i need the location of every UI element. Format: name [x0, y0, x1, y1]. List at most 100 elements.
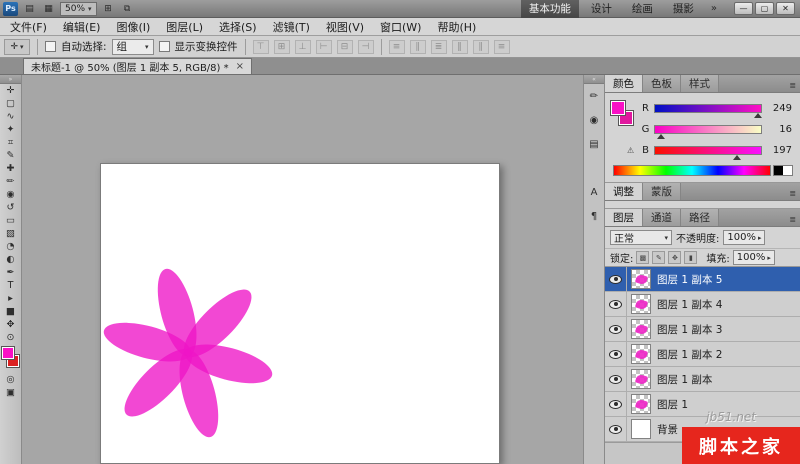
red-channel-slider[interactable] — [654, 104, 762, 113]
layer-name[interactable]: 图层 1 副本 5 — [657, 272, 722, 287]
lock-pixels-icon[interactable]: ✎ — [652, 251, 665, 264]
view-extras-icon[interactable]: ▦ — [41, 2, 56, 16]
align-top-icon[interactable]: ⊤ — [253, 40, 269, 54]
distribute-bottom-icon[interactable]: ≣ — [431, 40, 447, 54]
blue-channel-value[interactable]: 197 — [766, 145, 792, 156]
blue-channel-slider[interactable] — [654, 146, 762, 155]
screen-mode-icon[interactable]: ⧉ — [120, 2, 135, 16]
adjustment-presets-panel-icon[interactable]: ▤ — [584, 132, 604, 156]
shape-tool[interactable]: ■ — [0, 305, 21, 318]
document-tab[interactable]: 未标题-1 @ 50% (图层 1 副本 5, RGB/8) * × — [23, 58, 252, 74]
menu-file[interactable]: 文件(F) — [2, 19, 55, 35]
auto-select-target-select[interactable]: 组 ▾ — [112, 39, 154, 55]
menu-layer[interactable]: 图层(L) — [158, 19, 211, 35]
align-bottom-icon[interactable]: ⊥ — [295, 40, 311, 54]
blend-mode-select[interactable]: 正常 ▾ — [610, 230, 672, 245]
dodge-tool[interactable]: ◐ — [0, 253, 21, 266]
pen-tool[interactable]: ✒ — [0, 266, 21, 279]
layer-row[interactable]: 图层 1 副本 3 — [605, 317, 800, 342]
eye-icon[interactable] — [609, 300, 622, 309]
eraser-tool[interactable]: ▭ — [0, 214, 21, 227]
eye-icon[interactable] — [609, 375, 622, 384]
white-swatch[interactable] — [783, 166, 792, 175]
eyedropper-tool[interactable]: ✎ — [0, 149, 21, 162]
workspace-tab-painting[interactable]: 绘画 — [624, 0, 661, 18]
panel-menu-icon[interactable]: ≣ — [789, 215, 800, 226]
layer-thumbnail[interactable] — [631, 419, 651, 439]
strip-collapse-grip[interactable]: « — [584, 75, 604, 84]
menu-edit[interactable]: 编辑(E) — [55, 19, 109, 35]
visibility-cell[interactable] — [605, 367, 627, 392]
workspace-more-chevrons[interactable]: » — [706, 3, 722, 14]
layer-thumbnail[interactable] — [631, 344, 651, 364]
blur-tool[interactable]: ◔ — [0, 240, 21, 253]
layer-row[interactable]: 图层 1 — [605, 392, 800, 417]
layer-thumbnail[interactable] — [631, 369, 651, 389]
eye-icon[interactable] — [609, 350, 622, 359]
close-icon[interactable]: × — [236, 61, 244, 72]
tab-layers[interactable]: 图层 — [605, 209, 643, 226]
green-channel-slider[interactable] — [654, 125, 762, 134]
gamut-warning-icon[interactable]: ⚠ — [627, 146, 634, 155]
tab-paths[interactable]: 路径 — [681, 209, 719, 226]
color-spectrum-ramp[interactable] — [613, 165, 771, 176]
rectangular-marquee-tool[interactable]: ▢ — [0, 97, 21, 110]
panel-menu-icon[interactable]: ≣ — [789, 189, 800, 200]
gradient-tool[interactable]: ▧ — [0, 227, 21, 240]
menu-view[interactable]: 视图(V) — [318, 19, 372, 35]
opacity-input[interactable]: 100% ▸ — [723, 230, 765, 245]
layer-row[interactable]: 图层 1 副本 4 — [605, 292, 800, 317]
eye-icon[interactable] — [609, 325, 622, 334]
brush-tool[interactable]: ✏ — [0, 175, 21, 188]
layer-thumbnail[interactable] — [631, 394, 651, 414]
visibility-cell[interactable] — [605, 342, 627, 367]
tab-color[interactable]: 颜色 — [605, 75, 643, 92]
layer-name[interactable]: 图层 1 副本 — [657, 372, 712, 387]
restore-button[interactable]: ▢ — [755, 2, 774, 15]
crop-tool[interactable]: ⌗ — [0, 136, 21, 149]
eye-icon[interactable] — [609, 275, 622, 284]
red-channel-value[interactable]: 249 — [766, 103, 792, 114]
show-transform-checkbox[interactable] — [159, 41, 170, 52]
workspace-tab-essentials[interactable]: 基本功能 — [521, 0, 579, 18]
minimize-button[interactable]: — — [734, 2, 753, 15]
tab-masks[interactable]: 蒙版 — [643, 183, 681, 200]
foreground-color-swatch[interactable] — [2, 347, 14, 359]
tab-styles[interactable]: 样式 — [681, 75, 719, 92]
green-channel-value[interactable]: 16 — [766, 124, 792, 135]
fill-input[interactable]: 100% ▸ — [733, 250, 775, 265]
panel-menu-icon[interactable]: ≣ — [789, 81, 800, 92]
layer-row[interactable]: 图层 1 副本 2 — [605, 342, 800, 367]
visibility-cell[interactable] — [605, 267, 627, 292]
visibility-cell[interactable] — [605, 317, 627, 342]
tab-channels[interactable]: 通道 — [643, 209, 681, 226]
toolbar-collapse-grip[interactable]: » — [0, 75, 21, 84]
black-white-ramp[interactable] — [773, 165, 793, 176]
brushes-panel-icon[interactable]: ✏ — [584, 84, 604, 108]
history-brush-tool[interactable]: ↺ — [0, 201, 21, 214]
lock-position-icon[interactable]: ✥ — [668, 251, 681, 264]
lock-transparency-icon[interactable]: ▩ — [636, 251, 649, 264]
layer-row[interactable]: 图层 1 副本 — [605, 367, 800, 392]
distribute-center-icon[interactable]: ∥ — [473, 40, 489, 54]
menu-select[interactable]: 选择(S) — [211, 19, 265, 35]
visibility-cell[interactable] — [605, 417, 627, 442]
distribute-top-icon[interactable]: ≡ — [389, 40, 405, 54]
align-right-icon[interactable]: ⊣ — [358, 40, 374, 54]
visibility-cell[interactable] — [605, 392, 627, 417]
quick-selection-tool[interactable]: ✦ — [0, 123, 21, 136]
menu-image[interactable]: 图像(I) — [108, 19, 158, 35]
paragraph-panel-icon[interactable]: ¶ — [584, 204, 604, 228]
layer-thumbnail[interactable] — [631, 269, 651, 289]
clone-stamp-tool[interactable]: ◉ — [0, 188, 21, 201]
distribute-right-icon[interactable]: ≡ — [494, 40, 510, 54]
clone-source-panel-icon[interactable]: ◉ — [584, 108, 604, 132]
align-center-icon[interactable]: ⊟ — [337, 40, 353, 54]
layer-name[interactable]: 图层 1 副本 3 — [657, 322, 722, 337]
bridge-icon[interactable]: ▤ — [22, 2, 37, 16]
tab-adjustments[interactable]: 调整 — [605, 183, 643, 200]
tab-swatches[interactable]: 色板 — [643, 75, 681, 92]
layer-thumbnail[interactable] — [631, 294, 651, 314]
layer-name[interactable]: 图层 1 副本 2 — [657, 347, 722, 362]
slider-thumb-icon[interactable] — [733, 155, 741, 160]
